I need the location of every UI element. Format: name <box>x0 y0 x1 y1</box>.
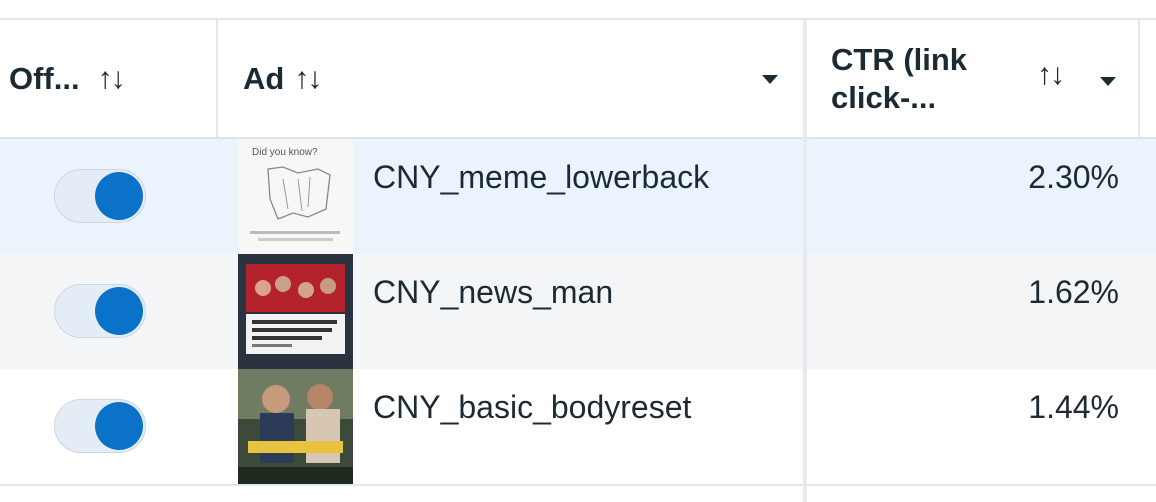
ad-status-toggle[interactable] <box>54 399 146 453</box>
row-ctr-cell-bg <box>806 139 1156 254</box>
bodyreset-thumbnail-image <box>238 369 353 484</box>
frozen-column-divider[interactable] <box>803 20 807 502</box>
ad-thumbnail[interactable] <box>238 369 353 484</box>
column-header-ad-label: Ad <box>243 60 285 96</box>
chevron-down-icon[interactable] <box>762 75 778 84</box>
column-header-ctr[interactable]: CTR (link click-... ↑↓ <box>831 20 1131 137</box>
ad-name[interactable]: CNY_news_man <box>373 274 613 311</box>
ad-thumbnail[interactable] <box>238 254 353 369</box>
table-header: Off... ↑↓ Ad ↑↓ CTR (link click-... ↑↓ <box>0 20 1156 139</box>
chevron-down-icon[interactable] <box>1100 77 1116 86</box>
column-header-off[interactable]: Off... ↑↓ <box>9 20 215 137</box>
thumbnail-caption: Did you know? <box>252 147 318 158</box>
sort-icon[interactable]: ↑↓ <box>98 62 126 96</box>
ad-status-toggle[interactable] <box>54 284 146 338</box>
table-row[interactable]: Did you know? CNY_meme_lowerback 2.30% <box>0 139 1156 254</box>
sort-icon[interactable]: ↑↓ <box>1037 58 1065 92</box>
column-header-ctr-label-line2: click-... <box>831 79 937 115</box>
column-header-off-label: Off... <box>9 60 80 96</box>
ctr-value: 2.30% <box>1028 159 1119 195</box>
column-divider <box>1138 20 1140 137</box>
table-row[interactable]: CNY_news_man 1.62% <box>0 254 1156 369</box>
toggle-knob <box>95 172 143 220</box>
toggle-knob <box>95 287 143 335</box>
ad-thumbnail[interactable]: Did you know? <box>238 139 353 254</box>
column-header-ctr-label-line1: CTR (link <box>831 41 968 77</box>
news-thumbnail-image <box>238 254 353 369</box>
column-header-ad[interactable]: Ad ↑↓ <box>243 20 803 137</box>
column-divider <box>216 20 218 137</box>
ctr-value: 1.44% <box>1028 389 1119 425</box>
ad-name[interactable]: CNY_meme_lowerback <box>373 159 709 196</box>
ctr-value: 1.62% <box>1028 274 1119 310</box>
toggle-knob <box>95 402 143 450</box>
meme-thumbnail-image: Did you know? <box>238 139 353 254</box>
table-row[interactable]: CNY_basic_bodyreset 1.44% <box>0 369 1156 484</box>
table-bottom-border <box>0 484 1156 486</box>
ads-table: Off... ↑↓ Ad ↑↓ CTR (link click-... ↑↓ D… <box>0 0 1156 502</box>
sort-icon[interactable]: ↑↓ <box>294 62 322 96</box>
ad-status-toggle[interactable] <box>54 169 146 223</box>
ad-name[interactable]: CNY_basic_bodyreset <box>373 389 691 426</box>
